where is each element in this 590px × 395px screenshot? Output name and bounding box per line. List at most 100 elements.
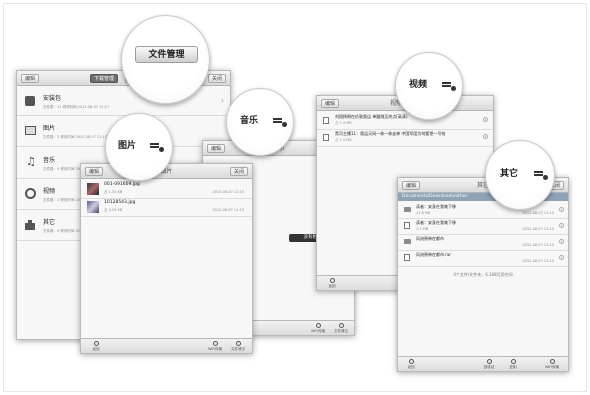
back-button[interactable]: 返回: [321, 278, 343, 288]
callout-video: 视频: [395, 52, 463, 120]
list-item-folder-1[interactable]: 读者：安身在我难下移 11.8 MB 2012-08-07 11:15 ›: [398, 203, 568, 217]
callout-pictures: 图片: [105, 113, 173, 181]
item-label: 视频: [43, 188, 56, 195]
chevron-circle-icon[interactable]: ›: [483, 134, 488, 139]
recycle-button[interactable]: 回收站: [478, 359, 500, 369]
item-meta: 文件数：2 修改时间 2012-08-07 11:17: [43, 135, 107, 139]
button-label: 回收站: [483, 365, 495, 369]
film-reel-icon: [25, 188, 36, 199]
clear-files-button[interactable]: 文件清空: [330, 323, 352, 333]
item-name: 风流原神在都市: [416, 236, 444, 241]
wifi-icon: [549, 359, 555, 364]
callout-label: 图片: [118, 141, 137, 151]
list-item-video-2[interactable]: 黑河主播11：奥运天网一休一休走神 中国军团为何要把一号钱 占 1.5 MB ›: [317, 130, 493, 145]
back-icon: [408, 359, 414, 364]
video-file-icon: [323, 134, 329, 141]
back-button[interactable]: 返回: [400, 359, 422, 369]
list-item-folder-2[interactable]: 风流原神在都市 2012-08-07 11:15 ›: [398, 235, 568, 249]
back-icon: [329, 278, 335, 283]
chevron-circle-icon[interactable]: ›: [559, 255, 564, 260]
item-name: 风流原神在都市.rar: [416, 252, 452, 257]
callout-label: 其它: [500, 169, 519, 179]
bottom-bar: 返回 WiFi传输 文件清空: [81, 338, 252, 353]
list-item-file-1[interactable]: 读者：安身在我难下移 1.1 MB 2012-08-07 11:15 ›: [398, 219, 568, 233]
close-button[interactable]: 关闭: [207, 74, 226, 83]
list-item-file-2[interactable]: 风流原神在都市.rar 2012-08-07 11:15 ›: [398, 251, 568, 265]
button-label: 返回: [407, 365, 415, 369]
file-name: 10128543.jpg: [104, 200, 136, 205]
item-name: 读者：安身在我难下移: [416, 220, 456, 225]
item-label: 图片: [43, 125, 56, 132]
callout-label: 文件管理: [135, 46, 198, 63]
close-button[interactable]: 关闭: [229, 167, 248, 176]
chevron-circle-icon[interactable]: ›: [559, 207, 564, 212]
item-name: 读者：安身在我难下移: [416, 204, 456, 209]
file-meta: 占 1.54 KB: [104, 190, 123, 194]
item-meta: 占 1.9 MB: [335, 121, 352, 125]
trash-icon: [235, 341, 241, 346]
copy-button[interactable]: 复制: [502, 359, 524, 369]
item-label: 安装包: [43, 95, 62, 102]
callout-label: 视频: [409, 80, 428, 90]
folder-icon: [404, 207, 411, 212]
item-meta: 文件数：11 修改时间 2012-08-07 11:17: [43, 105, 110, 109]
wifi-icon: [212, 341, 218, 346]
chevron-circle-icon[interactable]: ›: [559, 239, 564, 244]
back-icon: [93, 341, 99, 346]
callout-music: 音乐: [226, 88, 294, 156]
item-label: 音乐: [43, 157, 56, 164]
file-icon: [404, 222, 410, 229]
button-label: 返回: [92, 347, 100, 351]
file-date: 2012-08-07 11:15: [212, 208, 244, 212]
item-meta: 1.1 MB: [416, 227, 429, 231]
item-date: 2012-08-07 11:15: [522, 259, 554, 263]
item-title: 黑河主播11：奥运天网一休一休走神 中国军团为何要把一号钱: [335, 131, 446, 136]
item-title: 刘翔摔倒在伦敦奥运 单腿跳至终点[高清]: [335, 114, 408, 119]
callout-other: 其它: [485, 140, 555, 210]
callout-file-manager: 文件管理: [121, 15, 210, 104]
button-label: WiFi传输: [544, 365, 560, 369]
screenshot-stage: 编辑 下载管理 文件 关闭 安装包 文件数：11 修改时间 2012-08-07…: [0, 0, 590, 395]
edit-button[interactable]: 编辑: [21, 74, 40, 83]
package-icon: [25, 96, 35, 106]
music-note-icon: ♫: [26, 155, 36, 168]
menu-icon: [150, 143, 164, 152]
list-item-image-1[interactable]: 001-091609.jpg 占 1.54 KB 2012-08-07 11:1…: [81, 181, 252, 197]
bottom-bar: 返回 回收站 复制 WiFi传输: [398, 356, 568, 371]
item-date: 2012-08-07 11:15: [522, 227, 554, 231]
panel-other: 编辑 其它 关闭 Documents/Downloads/other 读者：安身…: [397, 177, 569, 372]
item-date: 2012-08-07 11:15: [522, 211, 554, 215]
item-label: 其它: [43, 219, 56, 226]
file-date: 2012-08-07 11:15: [212, 190, 244, 194]
wifi-transfer-button[interactable]: WiFi传输: [541, 359, 563, 369]
back-button[interactable]: 返回: [85, 341, 107, 351]
button-label: 复制: [509, 365, 517, 369]
menu-icon: [442, 82, 456, 91]
tab-download[interactable]: 下载管理: [90, 74, 119, 83]
list-item-video-1[interactable]: 刘翔摔倒在伦敦奥运 单腿跳至终点[高清] 占 1.9 MB ›: [317, 113, 493, 128]
item-meta: 11.8 MB: [416, 211, 431, 215]
video-file-icon: [323, 117, 329, 124]
panel-pictures: 编辑 图片 关闭 001-091609.jpg 占 1.54 KB 2012-0…: [80, 163, 253, 354]
list-item-installers[interactable]: 安装包 文件数：11 修改时间 2012-08-07 11:17 ›: [17, 89, 230, 115]
archive-icon: [404, 254, 410, 261]
wifi-transfer-button[interactable]: WiFi传输: [307, 323, 329, 333]
image-thumbnail: [87, 201, 99, 213]
item-meta: 占 1.5 MB: [335, 138, 352, 142]
wifi-transfer-button[interactable]: WiFi传输: [204, 341, 226, 351]
folder-icon: [404, 239, 411, 244]
clear-files-button[interactable]: 文件清空: [227, 341, 249, 351]
chevron-circle-icon[interactable]: ›: [559, 223, 564, 228]
copy-icon: [510, 359, 516, 364]
wifi-icon: [315, 323, 321, 328]
button-label: 文件清空: [231, 347, 245, 351]
chevron-right-icon: ›: [220, 96, 224, 105]
image-thumbnail: [87, 183, 99, 195]
picture-icon: [25, 126, 36, 135]
trash-icon: [338, 323, 344, 328]
item-date: 2012-08-07 11:15: [522, 243, 554, 247]
list-item-image-2[interactable]: 10128543.jpg 占 4.53 KB 2012-08-07 11:15: [81, 199, 252, 215]
button-label: WiFi传输: [207, 347, 223, 351]
chevron-circle-icon[interactable]: ›: [483, 117, 488, 122]
recycle-icon: [486, 359, 492, 364]
